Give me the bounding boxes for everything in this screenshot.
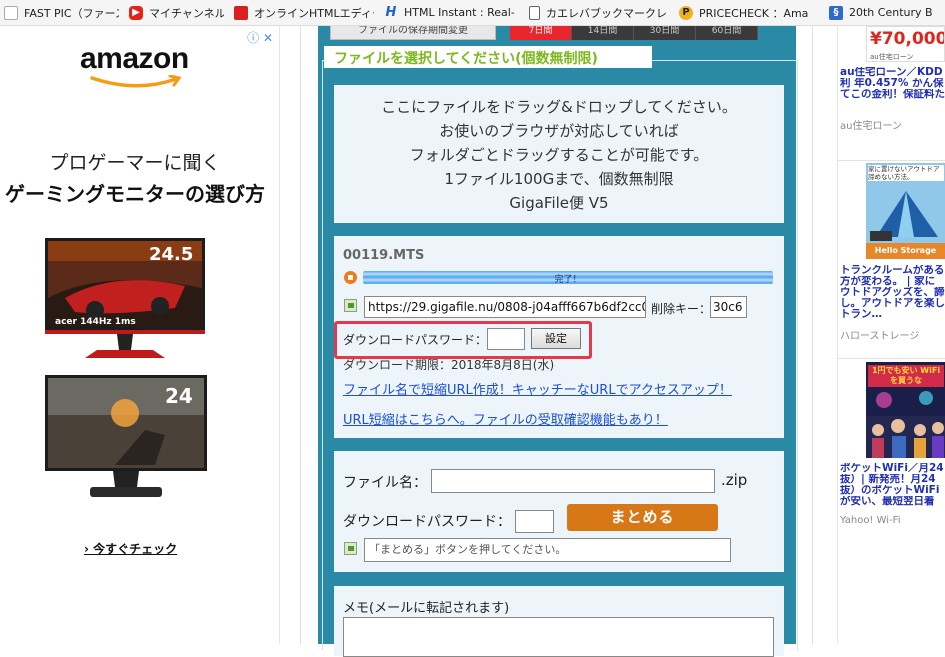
bookmark-kaereba[interactable]: カエレバブックマークレット: [525, 0, 675, 25]
hello-storage-banner-sub: 家に置けないアウトドア 諦めない方法。: [868, 165, 944, 181]
storage-title-1[interactable]: トランクルームがある: [840, 265, 945, 276]
document-icon: [4, 5, 18, 20]
storage-title-5[interactable]: トラン…: [840, 309, 945, 320]
bookmark-20th-century[interactable]: § 20th Century B: [825, 0, 945, 25]
memo-textarea[interactable]: [343, 617, 774, 657]
au-loan-source: au住宅ローン: [840, 121, 902, 132]
zip-suffix-label: .zip: [721, 471, 748, 489]
hello-storage-banner[interactable]: 家に置けないアウトドア 諦めない方法。 Hello Storage: [866, 163, 945, 259]
wifi-title-3[interactable]: 抜）のポケットWiFi: [840, 485, 945, 496]
copy-bundle-url-icon[interactable]: [344, 542, 357, 555]
uploaded-file-name: 00119.MTS: [343, 248, 425, 263]
bookmark-my-channel[interactable]: ▶ マイチャンネル: [125, 0, 230, 25]
ad-check-now-link[interactable]: › 今すぐチェック: [84, 540, 177, 557]
memo-label: メモ(メールに転記されます): [343, 601, 510, 616]
short-url-link[interactable]: ファイル名で短縮URL作成！キャッチーなURLでアクセスアップ！: [343, 379, 732, 398]
wifi-title-1[interactable]: ポケットWiFi／月24: [840, 463, 945, 474]
au-loan-title-3[interactable]: てこの金利！保証料た: [840, 89, 945, 100]
hello-storage-logo: Hello Storage: [866, 243, 945, 259]
bundle-button[interactable]: まとめる: [567, 504, 718, 531]
bundle-result-field[interactable]: 「まとめる」ボタンを押してください。: [364, 538, 731, 562]
drop-zone-line-3: フォルダごとドラッグすることが可能です。: [409, 146, 709, 164]
au-loan-banner-amount: ¥70,000: [870, 29, 945, 49]
au-loan-title-1[interactable]: au住宅ローン／KDD: [840, 67, 945, 78]
fireworks-crowd-image: [866, 391, 945, 458]
red-square-icon: [234, 5, 248, 20]
page-icon: [529, 5, 540, 20]
au-loan-banner[interactable]: ¥70,000 au住宅ローン: [866, 26, 945, 62]
url-shortener-link[interactable]: URL短縮はこちらへ。ファイルの受取確認機能もあり！: [343, 409, 668, 428]
amazon-smile-icon: [90, 75, 182, 88]
delete-key-label: 削除キー：: [651, 302, 712, 316]
monitor-size-label-2: 24: [165, 384, 193, 408]
au-loan-title-2[interactable]: 利 年0.457% かん保: [840, 78, 945, 89]
wifi-banner-headline: 1円でも安い WiFiを買うな: [868, 365, 944, 387]
tent-image: [870, 191, 938, 241]
bundle-password-label: ダウンロードパスワード：: [343, 514, 511, 530]
bookmarks-bar: FAST PIC（ファーストピ ▶ マイチャンネル オンラインHTMLエディタ …: [0, 0, 945, 26]
tab-60-days[interactable]: 60日間: [696, 26, 758, 40]
tab-7-days[interactable]: 7日間: [510, 26, 572, 40]
download-expiry-text: ダウンロード期限：2018年8月8日(水): [343, 358, 555, 372]
ad-choices-icon[interactable]: ⓘ ✕: [247, 29, 273, 46]
au-loan-banner-sub: au住宅ローン: [870, 53, 914, 61]
youtube-icon: ▶: [129, 5, 143, 20]
gaming-monitor-benq-image: 24: [45, 375, 207, 497]
bookmark-fastpic[interactable]: FAST PIC（ファーストピ: [0, 0, 125, 25]
bundle-password-field[interactable]: [515, 510, 554, 533]
bundle-name-field[interactable]: [431, 469, 715, 493]
bookmark-online-html-editor[interactable]: オンラインHTMLエディタ: [230, 0, 380, 25]
amazon-logo: amazon: [80, 42, 189, 75]
wifi-banner[interactable]: 1円でも安い WiFiを買うな: [866, 362, 945, 458]
drop-zone-line-5: GigaFile便 V5: [509, 194, 609, 212]
pricecheck-icon: P: [679, 5, 693, 20]
storage-source: ハローストレージ: [840, 331, 920, 342]
drop-zone-line-4: 1ファイル100Gまで、個数無制限: [444, 170, 674, 188]
change-retention-button[interactable]: ファイルの保存期間変更: [330, 26, 496, 40]
ad-separator: [838, 160, 945, 161]
tab-14-days[interactable]: 14日間: [572, 26, 634, 40]
password-highlight-box: [334, 321, 592, 359]
monitor-size-label: 24.5: [149, 244, 193, 265]
copy-url-icon[interactable]: [344, 299, 357, 312]
ad-headline-2: ゲーミングモニターの選び方: [5, 182, 265, 206]
monitor-spec-label: acer 144Hz 1ms: [55, 317, 136, 327]
drop-zone-line-1: ここにファイルをドラッグ&ドロップしてください。: [381, 98, 737, 116]
wifi-title-4[interactable]: が安い、最短翌日着: [840, 496, 945, 507]
stop-icon[interactable]: [344, 271, 357, 284]
tab-30-days[interactable]: 30日間: [634, 26, 696, 40]
gaming-monitor-acer-image: 24.5 acer 144Hz 1ms: [45, 238, 205, 358]
h-logo-icon: H: [385, 4, 397, 20]
ad-separator: [838, 358, 945, 359]
wifi-title-2[interactable]: 抜）| 新発売！月24: [840, 474, 945, 485]
storage-title-3[interactable]: ウトドアグッズを、諦: [840, 287, 945, 298]
delete-key-field[interactable]: 30c6: [710, 296, 747, 318]
bookmark-pricecheck[interactable]: P PRICECHECK ：Ama: [675, 0, 825, 25]
bundle-name-label: ファイル名：: [343, 475, 427, 491]
drop-zone-line-2: お使いのブラウザが対応していれば: [439, 122, 679, 140]
bookmark-html-instant[interactable]: H HTML Instant : Real-: [380, 0, 525, 25]
century-icon: §: [829, 5, 843, 20]
storage-title-4[interactable]: し。アウトドアを楽し: [840, 298, 945, 309]
ad-headline-1: プロゲーマーに聞く: [49, 152, 221, 174]
upload-progress-label: 完了！: [554, 275, 582, 285]
download-url-field[interactable]: https://29.gigafile.nu/0808-j04afff667b6…: [364, 296, 646, 318]
storage-title-2[interactable]: 方が変わる。 | 家に: [840, 276, 945, 287]
left-advertisement[interactable]: ⓘ ✕ amazon プロゲーマーに聞く ゲーミングモニターの選び方 24.5 …: [0, 26, 280, 644]
wifi-source: Yahoo! Wi-Fi: [840, 515, 901, 526]
retention-tabs: 7日間 14日間 30日間 60日間: [510, 26, 758, 40]
file-select-legend: ファイルを選択してください(個数無制限): [334, 51, 598, 67]
